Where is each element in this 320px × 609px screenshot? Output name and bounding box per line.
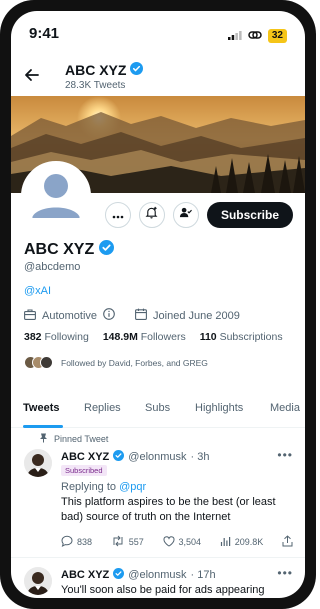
replying-prefix: Replying to: [61, 481, 117, 493]
verified-badge-icon: [130, 62, 144, 78]
view-count: 209.8K: [234, 537, 264, 547]
subscriptions-count[interactable]: 110 Subscriptions: [200, 331, 283, 343]
tweet-more-icon[interactable]: •••: [277, 566, 293, 580]
share-button[interactable]: [282, 535, 293, 549]
following-count[interactable]: 382 Following: [24, 331, 89, 343]
tab-subs[interactable]: Subs: [145, 402, 170, 414]
tweet-text: You'll soon also be paid for ads appeari…: [61, 584, 265, 596]
tweet-author-handle[interactable]: @elonmusk: [128, 451, 186, 463]
share-icon: [282, 535, 293, 549]
heart-icon: [163, 535, 175, 549]
reply-button[interactable]: 838: [61, 535, 92, 549]
phone-frame: 9:41 32 ABC XYZ 28.3K Tweets Subscribe A…: [0, 0, 316, 609]
profile-name: ABC XYZ: [24, 240, 115, 260]
calendar-icon: [135, 308, 147, 323]
subscriptions-label: Subscriptions: [219, 331, 283, 343]
tweet-timestamp[interactable]: · 17h: [191, 569, 216, 581]
followers-label: Followers: [140, 331, 186, 343]
notifications-button[interactable]: [138, 202, 165, 228]
header-title: ABC XYZ: [65, 62, 144, 78]
following-label: Following: [44, 331, 89, 343]
tweet-header: ABC XYZ @elonmusk · 17h: [61, 568, 216, 582]
screen: 9:41 32 ABC XYZ 28.3K Tweets Subscribe A…: [11, 11, 305, 598]
tweet-actions: 838 557 3,504 209.8K: [61, 535, 293, 549]
followers-number: 148.9M: [102, 331, 138, 343]
retweet-icon: [111, 535, 125, 549]
verified-badge-icon: [99, 240, 115, 260]
tweet-header: ABC XYZ @elonmusk · 3h: [61, 450, 210, 464]
profile-link[interactable]: @xAI: [24, 285, 51, 297]
profile-joined: Joined June 2009: [153, 309, 240, 322]
tweet-timestamp[interactable]: · 3h: [191, 451, 210, 463]
header-tweet-count: 28.3K Tweets: [65, 80, 126, 91]
follower-avatars: [24, 356, 53, 369]
profile-avatar[interactable]: [21, 161, 91, 231]
bell-plus-icon: [145, 206, 158, 224]
follow-counts: 382 Following 148.9M Followers 110 Subsc…: [24, 331, 283, 343]
briefcase-icon: [24, 308, 36, 323]
profile-category: Automotive: [42, 309, 98, 322]
reply-count: 838: [77, 537, 93, 547]
tab-highlights[interactable]: Highlights: [195, 402, 243, 414]
verified-badge-icon: [113, 450, 125, 464]
following-status-button[interactable]: [172, 202, 199, 228]
following-number: 382: [24, 331, 42, 343]
followed-by[interactable]: Followed by David, Forbes, and GREG: [24, 356, 208, 369]
default-avatar-icon: [24, 164, 88, 228]
header-name: ABC XYZ: [65, 62, 127, 78]
battery-indicator: 32: [267, 29, 287, 43]
retweet-count: 557: [128, 537, 144, 547]
profile-tabs: Tweets Replies Subs Highlights Media: [11, 396, 305, 428]
top-bar: ABC XYZ 28.3K Tweets: [11, 59, 305, 99]
more-options-button[interactable]: [104, 202, 131, 228]
tweet-author-name[interactable]: ABC XYZ: [61, 451, 109, 463]
tweet-more-icon[interactable]: •••: [277, 448, 293, 462]
retweet-button[interactable]: 557: [111, 535, 144, 549]
subscribed-badge: Subscribed: [61, 465, 107, 476]
pin-icon: [39, 433, 48, 445]
like-button[interactable]: 3,504: [163, 535, 202, 549]
tweet-author-handle[interactable]: @elonmusk: [128, 569, 186, 581]
subscribe-button[interactable]: Subscribe: [206, 202, 293, 228]
tweet-author-avatar[interactable]: [24, 567, 52, 595]
tweet-text: This platform aspires to be the best (or…: [61, 496, 276, 523]
tab-media[interactable]: Media: [270, 402, 300, 414]
verified-badge-icon: [113, 568, 125, 582]
profile-actions: Subscribe: [104, 202, 293, 228]
link-icon: [248, 27, 262, 45]
views-button[interactable]: 209.8K: [220, 536, 264, 549]
signal-icon: [227, 27, 242, 45]
subscriptions-number: 110: [199, 331, 217, 343]
like-count: 3,504: [178, 537, 202, 547]
comment-icon: [61, 535, 73, 549]
status-time: 9:41: [29, 25, 60, 42]
tweet-author-avatar[interactable]: [24, 449, 52, 477]
tab-replies[interactable]: Replies: [84, 402, 121, 414]
pinned-label-text: Pinned Tweet: [54, 434, 109, 444]
follower-avatar: [40, 356, 53, 369]
active-tab-indicator: [23, 425, 63, 428]
tab-tweets[interactable]: Tweets: [23, 402, 59, 414]
profile-meta: Automotive Joined June 2009: [24, 308, 240, 323]
person-check-icon: [179, 206, 193, 224]
back-arrow-icon[interactable]: [24, 67, 40, 83]
followed-by-text: Followed by David, Forbes, and GREG: [61, 357, 208, 368]
replying-to: Replying to @pqr: [61, 481, 146, 493]
more-dots-icon: [112, 206, 124, 224]
tweet-divider: [11, 557, 305, 558]
info-icon[interactable]: [103, 308, 115, 323]
profile-handle: @abcdemo: [24, 261, 81, 273]
followers-count[interactable]: 148.9M Followers: [103, 331, 186, 343]
pinned-label: Pinned Tweet: [39, 433, 108, 445]
profile-name-text: ABC XYZ: [24, 241, 95, 258]
tweet-author-name[interactable]: ABC XYZ: [61, 569, 109, 581]
status-bar: 9:41 32: [11, 11, 305, 55]
status-icons: 32: [227, 27, 287, 45]
bar-chart-icon: [220, 536, 231, 549]
replying-handle[interactable]: @pqr: [119, 481, 146, 493]
